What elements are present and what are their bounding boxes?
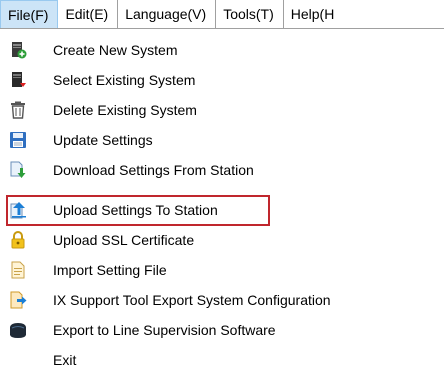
menu-item-label: Create New System	[53, 42, 178, 58]
import-file-icon	[11, 261, 25, 279]
menu-help[interactable]: Help(H	[284, 0, 344, 28]
menu-item-create-new-system[interactable]: Create New System	[0, 35, 444, 65]
highlight-box	[6, 195, 270, 226]
menu-edit[interactable]: Edit(E)	[58, 0, 119, 28]
menu-language[interactable]: Language(V)	[118, 0, 217, 28]
menu-item-download-settings[interactable]: Download Settings From Station	[0, 155, 444, 185]
menu-item-select-existing-system[interactable]: Select Existing System	[0, 65, 444, 95]
export-line-icon	[10, 323, 26, 338]
menu-file[interactable]: File(F)	[0, 0, 59, 28]
menu-item-exit[interactable]: Exit	[0, 345, 444, 375]
menu-item-label: Select Existing System	[53, 72, 196, 88]
menu-bar: File(F) Edit(E) Language(V) Tools(T) Hel…	[0, 0, 444, 28]
menu-item-label: Update Settings	[53, 132, 153, 148]
menu-tools[interactable]: Tools(T)	[216, 0, 284, 28]
save-disk-icon	[10, 132, 26, 148]
lock-icon	[11, 231, 25, 249]
menu-item-upload-ssl-certificate[interactable]: Upload SSL Certificate	[0, 225, 444, 255]
menu-item-label: Export to Line Supervision Software	[53, 322, 276, 338]
menu-item-update-settings[interactable]: Update Settings	[0, 125, 444, 155]
menu-item-export-line-supervision[interactable]: Export to Line Supervision Software	[0, 315, 444, 345]
menu-item-label: IX Support Tool Export System Configurat…	[53, 292, 331, 308]
menu-item-label: Exit	[53, 352, 77, 368]
download-icon	[10, 161, 26, 178]
export-config-icon	[10, 291, 27, 309]
menu-item-label: Upload SSL Certificate	[53, 232, 195, 248]
menu-item-label: Import Setting File	[53, 262, 167, 278]
menu-item-label: Delete Existing System	[53, 102, 197, 118]
menu-item-import-setting-file[interactable]: Import Setting File	[0, 255, 444, 285]
trash-icon	[11, 101, 25, 119]
select-system-icon	[12, 72, 26, 87]
menu-item-label: Download Settings From Station	[53, 162, 254, 178]
menu-item-delete-existing-system[interactable]: Delete Existing System	[0, 95, 444, 125]
create-system-icon	[12, 42, 27, 59]
menu-item-ix-support-tool-export[interactable]: IX Support Tool Export System Configurat…	[0, 285, 444, 315]
